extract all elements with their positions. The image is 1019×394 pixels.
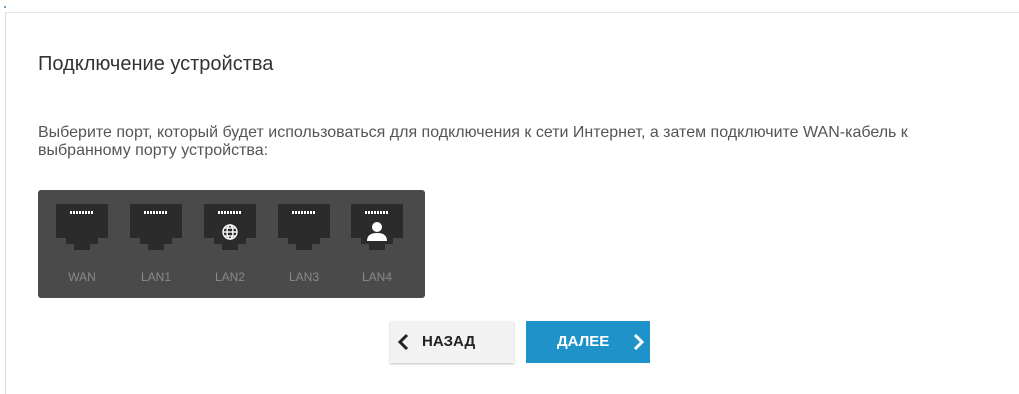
port-lan1[interactable]: LAN1 [130, 204, 182, 288]
back-button[interactable]: НАЗАД [390, 321, 514, 363]
port-lan2[interactable]: LAN2 [204, 204, 256, 288]
port-label: WAN [68, 270, 96, 284]
port-label: LAN3 [288, 270, 320, 284]
ethernet-port-icon [56, 204, 108, 250]
next-button[interactable]: ДАЛЕЕ [526, 321, 650, 363]
ethernet-port-icon [204, 204, 256, 250]
wizard-frame: Подключение устройства Выберите порт, ко… [0, 0, 1019, 394]
ethernet-port-icon [278, 204, 330, 250]
ethernet-port-icon [351, 204, 403, 250]
frame-left-border [5, 12, 6, 394]
port-label: LAN2 [214, 270, 246, 284]
port-panel: WAN LAN1 LAN2 LAN3 LAN4 [38, 190, 425, 298]
chevron-right-icon [633, 333, 645, 351]
back-button-label: НАЗАД [422, 333, 476, 350]
page-description: Выберите порт, который будет использоват… [38, 124, 908, 159]
frame-top-border [5, 12, 1019, 13]
port-label: LAN1 [140, 270, 172, 284]
port-lan3[interactable]: LAN3 [278, 204, 330, 288]
port-wan[interactable]: WAN [56, 204, 108, 288]
next-button-label: ДАЛЕЕ [557, 333, 610, 350]
ethernet-port-icon [130, 204, 182, 250]
page-title: Подключение устройства [38, 53, 274, 75]
port-lan4[interactable]: LAN4 [351, 204, 403, 288]
port-label: LAN4 [361, 270, 393, 284]
chevron-left-icon [397, 333, 409, 351]
corner-dot [4, 6, 6, 8]
